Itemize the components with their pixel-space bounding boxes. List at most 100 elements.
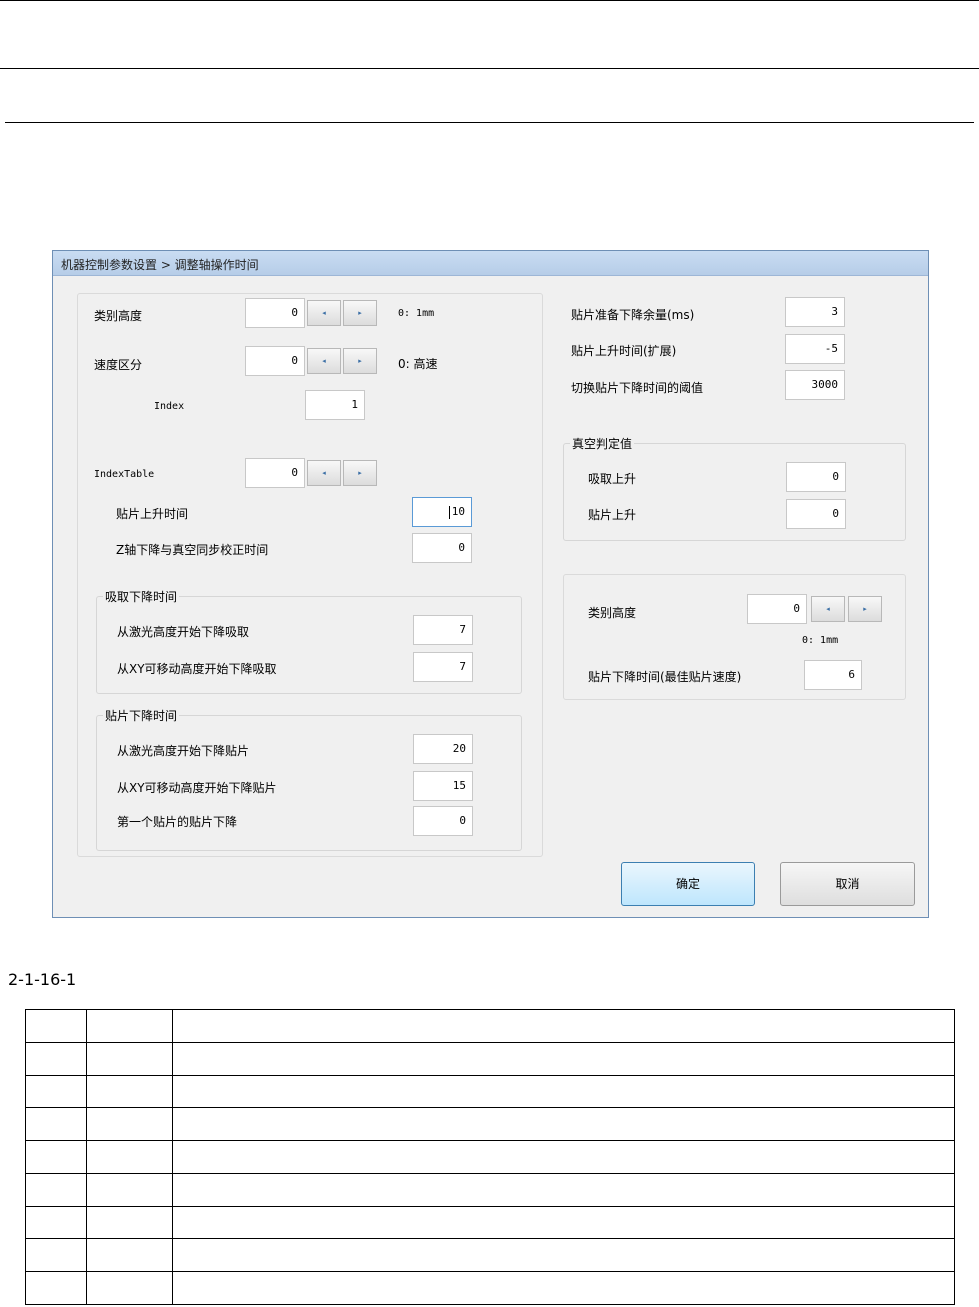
table-cell [86,1205,173,1240]
table-cell [172,1140,955,1174]
mount-first-input[interactable]: 0 [413,806,473,836]
settings-dialog: 机器控制参数设置 > 调整轴操作时间 类别高度 0 ◂ ▸ 0: 1mm 速度区… [52,250,929,918]
category-height-decrease-button[interactable]: ◂ [307,300,341,326]
threshold-label: 切换贴片下降时间的阈值 [571,381,704,395]
index-input[interactable]: 1 [305,390,365,420]
mount-rise-time-input[interactable]: 10 [412,497,472,527]
right-category-height-label: 类别高度 [588,606,637,620]
category-height-increase-button[interactable]: ▸ [343,300,377,326]
mount-laser-input[interactable]: 20 [413,734,473,764]
table-cell [172,1172,955,1207]
pickup-laser-input[interactable]: 7 [413,615,473,645]
z-sync-time-input[interactable]: 0 [412,533,472,563]
table-row [25,1205,955,1240]
speed-division-decrease-button[interactable]: ◂ [307,348,341,374]
category-height-note: 0: 1mm [398,308,435,319]
header-rule-2 [5,122,974,123]
threshold-input[interactable]: 3000 [785,370,845,400]
index-table-decrease-button[interactable]: ◂ [307,460,341,486]
table-cell [25,1041,87,1076]
index-table-increase-button[interactable]: ▸ [343,460,377,486]
table-row [25,1238,955,1273]
speed-division-label: 速度区分 [94,358,143,372]
table-cell [172,1238,955,1273]
right-category-height-increase-button[interactable]: ▸ [848,596,882,622]
table-cell [172,1271,955,1305]
top-rule [0,0,979,1]
index-table-input[interactable]: 0 [245,458,305,488]
table-cell [86,1009,173,1043]
table-cell [172,1205,955,1240]
table-row [25,1271,955,1305]
dialog-title: 机器控制参数设置 > 调整轴操作时间 [61,258,259,272]
table-cell [25,1271,87,1305]
table-row [25,1074,955,1109]
table-cell [25,1205,87,1240]
vacuum-mount-input[interactable]: 0 [786,499,846,529]
rise-ext-input[interactable]: -5 [785,334,845,364]
mount-descent-group: 贴片下降时间 从激光高度开始下降贴片 20 从XY可移动高度开始下降贴片 15 … [96,707,522,851]
header-rule-1 [0,68,979,69]
table-row [25,1041,955,1076]
mount-xy-input[interactable]: 15 [413,771,473,801]
vacuum-pickup-label: 吸取上升 [588,472,637,486]
index-label: Index [154,401,185,412]
mount-xy-label: 从XY可移动高度开始下降贴片 [117,781,277,795]
vacuum-pickup-input[interactable]: 0 [786,462,846,492]
table-cell [86,1271,173,1305]
cancel-button[interactable]: 取消 [780,862,915,906]
rise-ext-label: 贴片上升时间(扩展) [571,344,677,358]
right-category-height-input[interactable]: 0 [747,594,807,624]
table-cell [172,1074,955,1109]
prep-margin-input[interactable]: 3 [785,297,845,327]
speed-division-increase-button[interactable]: ▸ [343,348,377,374]
table-cell [25,1009,87,1043]
table-cell [86,1172,173,1207]
table-cell [86,1238,173,1273]
table-row [25,1140,955,1174]
best-descent-input[interactable]: 6 [804,660,862,690]
pickup-xy-label: 从XY可移动高度开始下降吸取 [117,662,277,676]
title-bar: 机器控制参数设置 > 调整轴操作时间 [53,251,928,276]
mount-first-label: 第一个贴片的贴片下降 [117,815,238,829]
figure-caption: 2-1-16-1 [8,970,77,989]
speed-division-note: 0: 高速 [398,357,438,371]
ok-button[interactable]: 确定 [621,862,755,906]
table-cell [86,1074,173,1109]
best-descent-label: 贴片下降时间(最佳贴片速度) [588,670,742,684]
table-cell [25,1140,87,1174]
left-panel: 类别高度 0 ◂ ▸ 0: 1mm 速度区分 0 ◂ ▸ 0: 高速 Index… [77,293,543,857]
parameter-table [25,1009,955,1305]
prep-margin-label: 贴片准备下降余量(ms) [571,308,695,322]
table-cell [25,1074,87,1109]
mount-laser-label: 从激光高度开始下降贴片 [117,744,250,758]
z-sync-time-label: Z轴下降与真空同步校正时间 [116,543,269,557]
table-row [25,1009,955,1043]
table-cell [86,1041,173,1076]
table-row [25,1107,955,1142]
text-caret [449,506,450,519]
mount-rise-time-label: 贴片上升时间 [116,507,189,521]
table-row [25,1172,955,1207]
pickup-descent-group: 吸取下降时间 从激光高度开始下降吸取 7 从XY可移动高度开始下降吸取 7 [96,588,522,694]
table-cell [172,1041,955,1076]
vacuum-mount-label: 贴片上升 [588,508,637,522]
table-cell [25,1172,87,1207]
table-cell [25,1107,87,1142]
vacuum-group: 真空判定值 吸取上升 0 贴片上升 0 [563,435,906,541]
table-cell [86,1107,173,1142]
vacuum-group-title: 真空判定值 [570,435,635,452]
pickup-group-title: 吸取下降时间 [103,588,180,605]
table-cell [25,1238,87,1273]
speed-division-input[interactable]: 0 [245,346,305,376]
pickup-xy-input[interactable]: 7 [413,652,473,682]
right-category-height-note: 0: 1mm [802,635,839,646]
best-speed-panel: 类别高度 0 ◂ ▸ 0: 1mm 贴片下降时间(最佳贴片速度) 6 [563,574,906,700]
pickup-laser-label: 从激光高度开始下降吸取 [117,625,250,639]
category-height-input[interactable]: 0 [245,298,305,328]
category-height-label: 类别高度 [94,309,143,323]
table-cell [172,1009,955,1043]
right-category-height-decrease-button[interactable]: ◂ [811,596,845,622]
mount-group-title: 贴片下降时间 [103,707,180,724]
table-cell [172,1107,955,1142]
